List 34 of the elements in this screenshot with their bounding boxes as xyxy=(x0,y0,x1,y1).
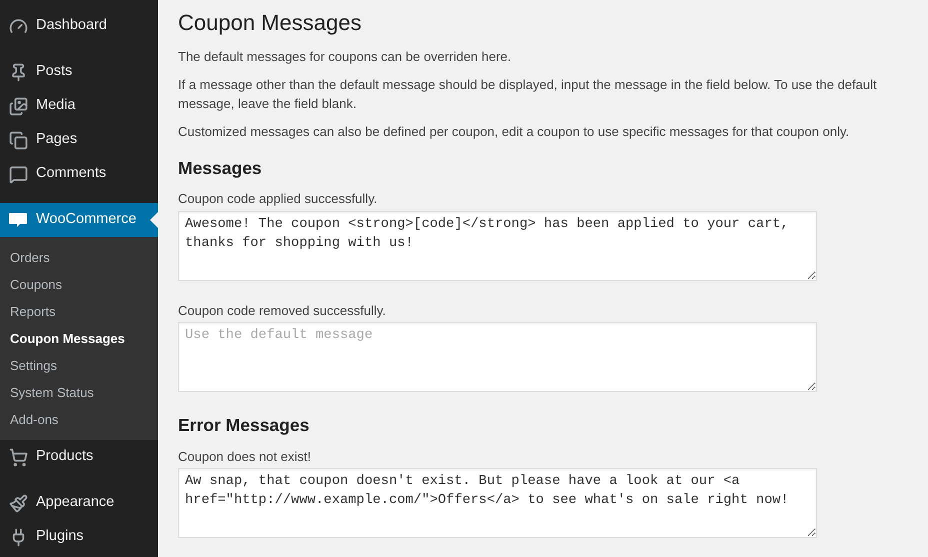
section-heading: Messages xyxy=(178,157,263,180)
menu-item[interactable]: Comments xyxy=(0,157,158,191)
submenu-item[interactable]: Orders xyxy=(0,244,158,271)
submenu-item[interactable]: Settings xyxy=(0,352,158,379)
field-label: Coupon does not exist! xyxy=(178,448,312,466)
submenu-item[interactable]: Add-ons xyxy=(0,406,158,433)
intro-paragraph: The default messages for coupons can be overriden here. xyxy=(178,48,512,66)
comment-icon xyxy=(8,164,28,184)
intro-paragraph: If a message other than the default message should be displayed, input the message in the field below. To use the default message, leave the field blank. xyxy=(178,76,878,113)
menu-item[interactable]: Pages xyxy=(0,123,158,157)
pages-icon xyxy=(8,130,28,150)
cart-icon xyxy=(8,448,28,466)
field-label: Coupon code removed successfully. xyxy=(178,302,387,320)
brush-icon xyxy=(8,494,28,512)
message-field[interactable]: Aw snap, that coupon doesn't exist. But please have a look at our <a href="http://www.example.com/">Offers</a> to see what's on sale right now! xyxy=(178,468,817,538)
message-field[interactable]: Use the default message xyxy=(178,322,817,392)
menu-item[interactable]: Media xyxy=(0,89,158,123)
menu-item[interactable]: Appearance xyxy=(0,486,158,520)
submenu-item[interactable]: Coupons xyxy=(0,271,158,298)
intro-paragraph: Customized messages can also be defined per coupon, edit a coupon to use specific messages for that coupon only. xyxy=(178,123,850,141)
message-field[interactable]: Awesome! The coupon <strong>[code]</strong> has been applied to your cart, thanks for shopping with us! xyxy=(178,210,817,281)
submenu-item[interactable]: System Status xyxy=(0,379,158,406)
submenu-item[interactable]: Coupon Messages xyxy=(0,325,158,352)
menu-item[interactable]: Dashboard xyxy=(0,9,158,43)
gauge-icon xyxy=(8,16,28,36)
menu-item[interactable]: Plugins xyxy=(0,520,158,554)
menu-item[interactable]: Products xyxy=(0,440,158,474)
submenu-item[interactable]: Reports xyxy=(0,298,158,325)
menu-item[interactable]: Posts xyxy=(0,55,158,89)
section-heading: Error Messages xyxy=(178,414,310,438)
page-title: Coupon Messages xyxy=(178,9,362,37)
media-icon xyxy=(8,96,28,116)
field-label: Coupon code applied successfully. xyxy=(178,190,378,208)
menu-item[interactable]: WooCommerce xyxy=(0,203,158,237)
